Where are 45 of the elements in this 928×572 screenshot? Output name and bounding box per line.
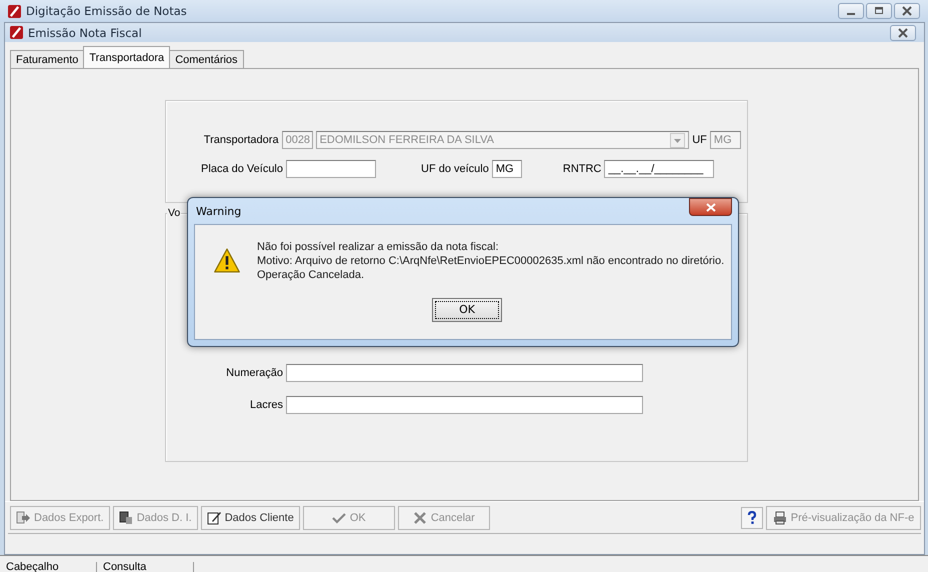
bottom-tab[interactable]: Consulta <box>97 562 194 572</box>
printer-icon <box>772 510 787 524</box>
window-title: Emissão Nota Fiscal <box>28 26 142 40</box>
close-button[interactable] <box>689 198 732 216</box>
check-icon <box>332 510 346 524</box>
ok-button[interactable]: OK <box>432 298 502 322</box>
close-icon <box>902 6 912 16</box>
help-button[interactable] <box>741 506 763 528</box>
bottom-tab[interactable]: Cabeçalho <box>0 562 97 572</box>
toolbar-button[interactable]: Dados Cliente <box>200 506 300 530</box>
document-icon <box>118 510 133 524</box>
group-title: Vo <box>167 207 182 219</box>
close-icon <box>706 202 716 212</box>
tab[interactable]: Comentários <box>169 50 244 68</box>
field-label: Transportadora <box>202 134 279 146</box>
close-icon <box>898 28 908 38</box>
message-text: Operação Cancelada. <box>257 268 366 282</box>
tab[interactable]: Transportadora <box>83 46 170 68</box>
close-button[interactable] <box>890 24 916 40</box>
app-icon <box>10 26 23 39</box>
message-text: Motivo: Arquivo de retorno C:\ArqNfe\RetEnvioEPEC00002635.xml não encontrado no diretório. <box>257 254 724 268</box>
edit-icon <box>206 510 221 524</box>
window-title: Digitação Emissão de Notas <box>26 4 187 18</box>
field-label: Placa do Veículo <box>200 163 283 175</box>
close-button[interactable] <box>894 3 920 19</box>
field-label: UF <box>692 134 707 146</box>
dialog-title: Warning <box>195 204 242 218</box>
text-field[interactable] <box>286 364 643 382</box>
export-icon <box>16 510 30 524</box>
field-label: Lacres <box>248 399 283 411</box>
help-icon <box>747 510 757 524</box>
minimize-button[interactable] <box>838 3 864 19</box>
field-label: UF do veículo <box>421 163 489 175</box>
message-text: Não foi possível realizar a emissão da nota fiscal: <box>257 240 500 254</box>
maximize-icon <box>874 6 884 16</box>
maximize-button[interactable] <box>866 3 892 19</box>
cross-icon <box>412 510 427 524</box>
minimize-icon <box>847 13 855 15</box>
warning-icon <box>213 247 241 274</box>
field-label: RNTRC <box>562 163 602 175</box>
tab[interactable]: Faturamento <box>10 50 84 68</box>
plate-field[interactable] <box>286 160 376 178</box>
field-label: Numeração <box>225 367 283 379</box>
text-field[interactable] <box>286 396 643 414</box>
app-icon <box>8 4 21 18</box>
